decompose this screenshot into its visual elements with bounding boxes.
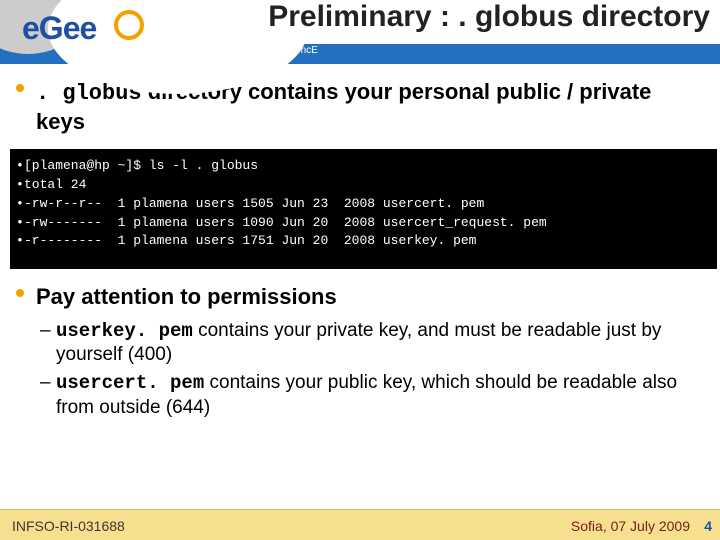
code-block: •[plamena@hp ~]$ ls -l . globus•total 24… — [10, 149, 717, 269]
bullet-dot-icon — [16, 84, 24, 92]
bullet-2-text: Pay attention to permissions — [36, 283, 704, 311]
logo: eGee — [8, 4, 178, 60]
dash-icon: – — [40, 319, 51, 343]
slide-header: eGee Preliminary : . globus directory En… — [0, 0, 720, 64]
bullet-dot-icon — [16, 289, 24, 297]
code-line-0: [plamena@hp ~]$ ls -l . globus — [24, 158, 258, 173]
dash-icon: – — [40, 371, 51, 395]
code-line-1: total 24 — [24, 177, 86, 192]
code-line-2: -rw-r--r-- 1 plamena users 1505 Jun 23 2… — [24, 196, 484, 211]
sub-bullet-2: – usercert. pem contains your public key… — [16, 371, 704, 420]
slide-content: . globus directory contains your persona… — [16, 78, 704, 420]
sub-bullet-1: – userkey. pem contains your private key… — [16, 319, 704, 368]
slide-footer: INFSO-RI-031688 Sofia, 07 July 2009 4 — [0, 509, 720, 540]
section-2: Pay attention to permissions – userkey. … — [16, 283, 704, 420]
sub1-mono: userkey. pem — [56, 320, 193, 342]
code-line-3: -rw------- 1 plamena users 1090 Jun 20 2… — [24, 215, 547, 230]
logo-text: eGee — [22, 10, 96, 47]
footer-right: Sofia, 07 July 2009 — [571, 518, 690, 534]
slide-title: Preliminary : . globus directory — [268, 0, 710, 34]
footer-left: INFSO-RI-031688 — [12, 518, 125, 534]
footer-page-number: 4 — [704, 518, 712, 534]
sub2-mono: usercert. pem — [56, 372, 204, 394]
logo-orange-ring-icon — [114, 10, 144, 40]
slide-tagline: Enabling Grids for E-sciencE — [190, 45, 318, 56]
bullet-2: Pay attention to permissions — [16, 283, 704, 311]
code-line-4: -r-------- 1 plamena users 1751 Jun 20 2… — [24, 233, 476, 248]
